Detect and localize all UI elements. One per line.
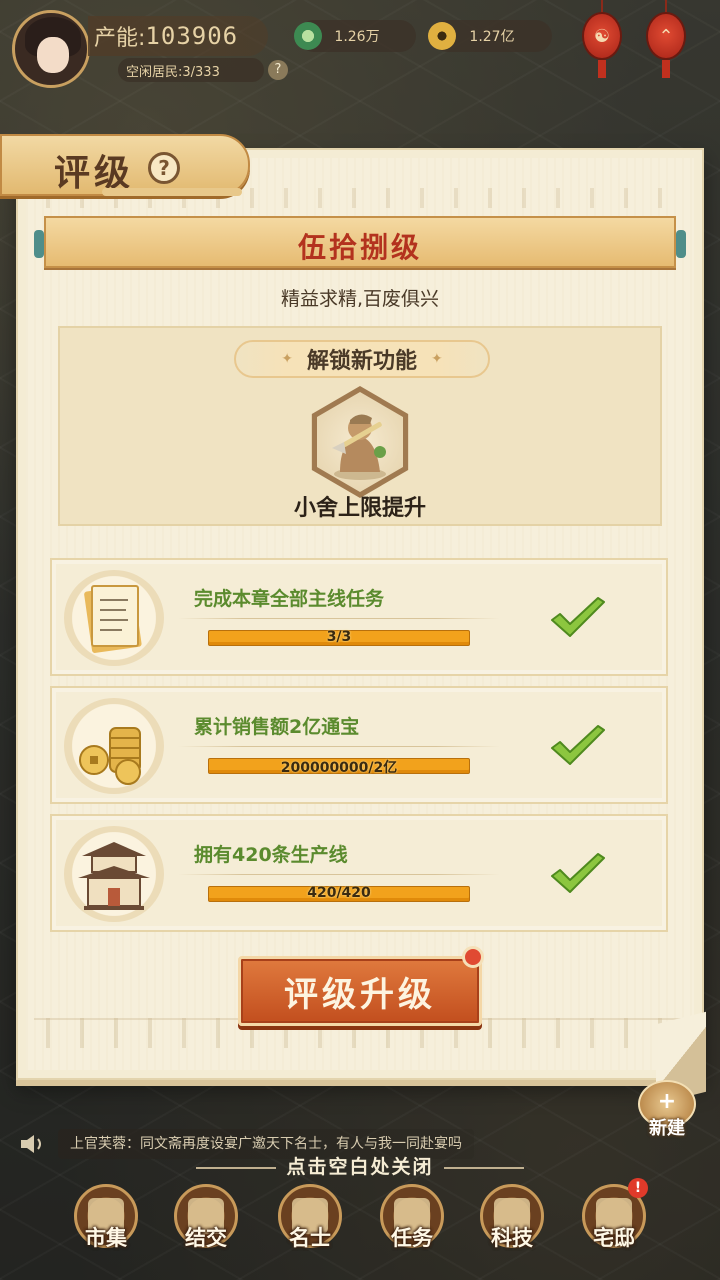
building-icon [64, 826, 164, 922]
task-progress-bar: 3/3 [208, 629, 470, 646]
coin-stack-icon [64, 698, 164, 794]
task-progress-bar: 200000000/2亿 [208, 758, 470, 776]
hex-frame [311, 386, 409, 498]
new-build-button[interactable]: + 新建 [632, 1080, 702, 1150]
lantern-tassel [662, 60, 670, 78]
notification-dot [462, 946, 484, 968]
nav-technology[interactable]: 科技 [470, 1180, 554, 1276]
task-progress-text: 3/3 [326, 629, 352, 645]
capacity-value: 103906 [145, 22, 239, 50]
nav-social[interactable]: 结交 [164, 1180, 248, 1276]
task-row: 拥有420条生产线 420/420 [50, 814, 668, 932]
unlock-feature-label: 小舍上限提升 [293, 496, 426, 521]
bottom-nav: 市集 结交 名士 任务 科技 宅邸 ! [0, 1178, 720, 1280]
task-progress-text: 200000000/2亿 [280, 760, 398, 776]
close-hint: 点击空白处关闭 [0, 1152, 720, 1179]
jade-coin-counter[interactable]: 1.26万 [294, 20, 416, 52]
capacity-display: 产能: 103906 [88, 16, 268, 56]
task-divider [178, 746, 500, 747]
lantern-tassel [598, 60, 606, 78]
unlock-title: 解锁新功能 [306, 349, 417, 374]
jade-coin-value: 1.26万 [334, 29, 380, 45]
unlock-section: ✦ 解锁新功能 ✦ 小舍上限提升 [58, 326, 662, 526]
worker-figure [332, 414, 386, 480]
task-progress-text: 420/420 [307, 885, 371, 901]
lantern-icon: ☯ [582, 12, 622, 60]
panel-title-tab: 评级 ? [0, 134, 250, 196]
nav-label: 名士 [289, 1226, 331, 1250]
top-hud: 产能: 103906 空闲居民:3/333 ? 1.26万 1.27亿 ☯ ⌃ [0, 0, 720, 110]
chevron-up-icon: ⌃ [646, 12, 686, 60]
copper-coin-icon [428, 22, 456, 50]
task-name: 拥有420条生产线 [194, 844, 348, 866]
task-progress-bar: 420/420 [208, 885, 470, 902]
title-tab-tail [102, 188, 242, 196]
rank-motto: 精益求精,百废俱兴 [280, 288, 440, 310]
rank-banner: 伍拾捌级 [34, 216, 686, 268]
alert-badge: ! [628, 1178, 648, 1198]
lantern-menu-button[interactable]: ☯ [580, 0, 624, 80]
unlock-heading: ✦ 解锁新功能 ✦ [234, 340, 490, 378]
new-build-label: 新建 [649, 1118, 685, 1139]
task-row: 完成本章全部主线任务 3/3 [50, 558, 668, 676]
worker-with-hoe-icon[interactable] [304, 386, 416, 498]
idle-residents[interactable]: 空闲居民:3/333 [118, 58, 264, 82]
nav-market[interactable]: 市集 [64, 1180, 148, 1276]
nav-tasks[interactable]: 任务 [370, 1180, 454, 1276]
sparkle-icon: ✦ [431, 351, 443, 367]
hud-help-icon[interactable]: ? [268, 60, 288, 80]
plus-icon: + [657, 1089, 677, 1114]
hex-inner [317, 392, 403, 492]
lantern-collapse-button[interactable]: ⌃ [644, 0, 688, 80]
task-divider [178, 874, 500, 875]
nav-mansion[interactable]: 宅邸 ! [572, 1178, 656, 1276]
nav-label: 任务 [391, 1226, 433, 1250]
nav-celebrities[interactable]: 名士 [268, 1180, 352, 1276]
nav-label: 宅邸 [593, 1226, 635, 1250]
task-divider [178, 618, 500, 619]
copper-coin-counter[interactable]: 1.27亿 [428, 20, 552, 52]
building-graphic [78, 842, 150, 910]
checkmark-icon [551, 597, 605, 637]
rating-help-icon[interactable]: ? [148, 152, 180, 184]
checkmark-icon [551, 725, 605, 765]
task-name: 完成本章全部主线任务 [194, 588, 385, 610]
scroll-book-graphic [84, 585, 142, 653]
player-avatar[interactable] [12, 10, 90, 88]
checkmark-icon [551, 853, 605, 893]
nav-label: 结交 [185, 1226, 227, 1250]
rank-title: 伍拾捌级 [297, 231, 422, 264]
copper-coin-value: 1.27亿 [469, 29, 515, 45]
upgrade-rating-button[interactable]: 评级升级 [238, 956, 482, 1026]
task-name: 累计销售额2亿通宝 [194, 716, 360, 738]
sparkle-icon: ✦ [281, 351, 293, 367]
coin-stack-graphic [79, 727, 141, 785]
avatar-face [37, 37, 69, 73]
capacity-label: 产能: [94, 26, 146, 51]
idle-residents-text: 空闲居民:3/333 [126, 64, 220, 80]
nav-label: 科技 [491, 1226, 533, 1250]
task-row: 累计销售额2亿通宝 200000000/2亿 [50, 686, 668, 804]
nav-label: 市集 [85, 1226, 127, 1250]
scroll-book-icon [64, 570, 164, 666]
jade-coin-icon [294, 22, 322, 50]
